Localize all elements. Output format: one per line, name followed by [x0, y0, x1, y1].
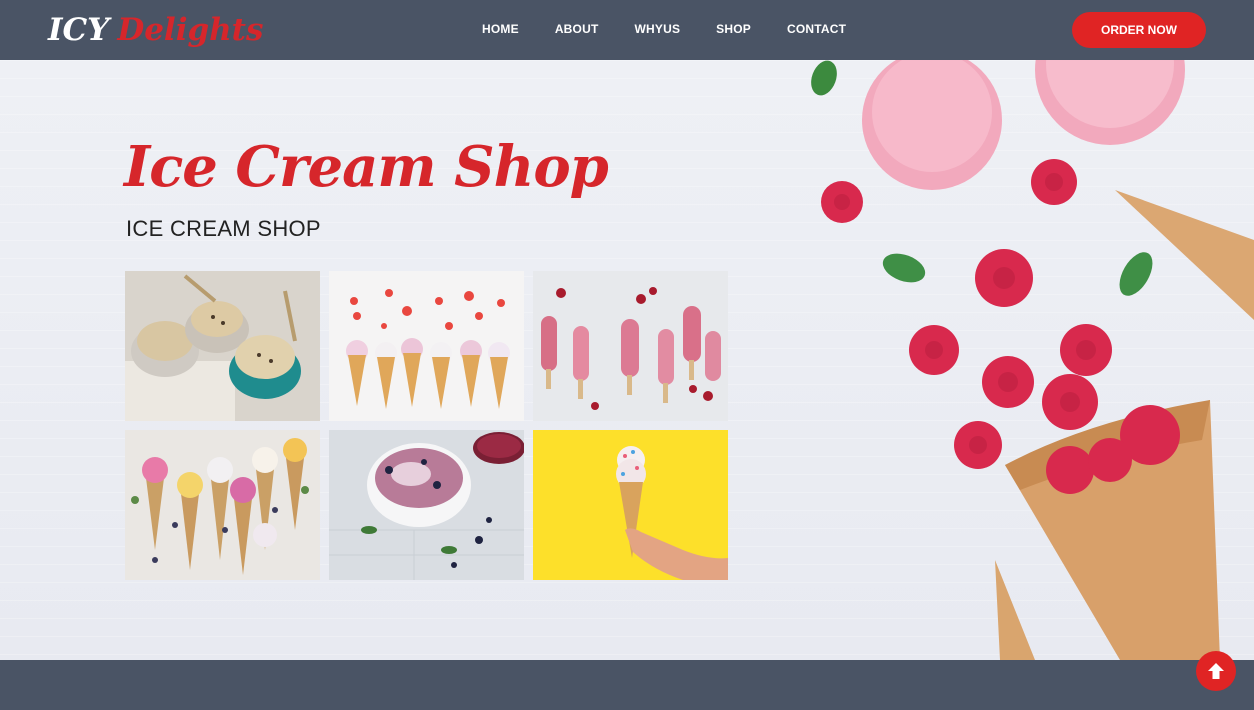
gallery-tile-5[interactable]: [329, 430, 524, 580]
brand-logo-part2: Delights: [117, 12, 264, 48]
navbar: ICY Delights HOME ABOUT WHYUS SHOP CONTAC…: [0, 0, 1254, 60]
brand-logo-part1: ICY: [48, 12, 110, 48]
strawberry-cones-image: [329, 271, 524, 421]
back-to-top-button[interactable]: [1196, 651, 1236, 691]
gallery-tile-2[interactable]: [329, 271, 524, 421]
flower-cones-image: [125, 430, 320, 580]
popsicles-image: [533, 271, 728, 421]
brand-logo[interactable]: ICY Delights: [48, 10, 263, 50]
nav-link-contact[interactable]: CONTACT: [787, 22, 846, 36]
product-gallery: [125, 271, 728, 580]
nav-link-shop[interactable]: SHOP: [716, 22, 751, 36]
main-nav: HOME ABOUT WHYUS SHOP CONTACT: [482, 22, 882, 36]
gallery-tile-4[interactable]: [125, 430, 320, 580]
order-now-button[interactable]: ORDER NOW: [1072, 12, 1206, 48]
nav-link-home[interactable]: HOME: [482, 22, 519, 36]
nav-link-whyus[interactable]: WHYUS: [634, 22, 680, 36]
hero-subtitle: ICE CREAM SHOP: [126, 216, 321, 241]
hero-title: Ice Cream Shop: [124, 134, 609, 200]
nav-link-about[interactable]: ABOUT: [555, 22, 599, 36]
arrow-up-icon: [1208, 663, 1224, 679]
gallery-tile-3[interactable]: [533, 271, 728, 421]
hero-section: Ice Cream Shop ICE CREAM SHOP: [0, 60, 1254, 660]
gallery-tile-1[interactable]: [125, 271, 320, 421]
ice-cream-decoration: [811, 60, 1254, 660]
gallery-tile-6[interactable]: [533, 430, 728, 580]
hand-cone-image: [533, 430, 728, 580]
ice-cream-bowls-image: [125, 271, 320, 421]
blueberry-bowl-image: [329, 430, 524, 580]
footer: [0, 660, 1254, 710]
